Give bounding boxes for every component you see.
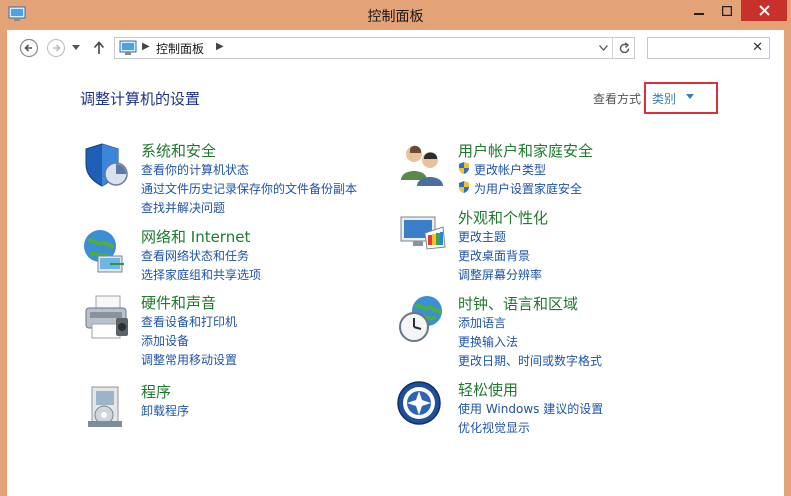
up-arrow-icon bbox=[93, 41, 105, 54]
navigation-bar: ▶ 控制面板 ▶ ✕ bbox=[7, 30, 784, 68]
view-by-selected[interactable]: 类别 bbox=[652, 90, 676, 107]
link-homegroup-sharing[interactable]: 选择家庭组和共享选项 bbox=[141, 266, 261, 283]
printer-icon[interactable] bbox=[80, 292, 132, 344]
category-user-accounts: 用户帐户和家庭安全 更改帐户类型 为用户设置家庭安全 bbox=[397, 140, 717, 200]
link-file-history-backup[interactable]: 通过文件历史记录保存你的文件备份副本 bbox=[141, 180, 357, 197]
display-palette-icon[interactable] bbox=[397, 207, 449, 259]
close-icon bbox=[758, 5, 770, 16]
clear-search-icon[interactable]: ✕ bbox=[752, 40, 763, 55]
category-hardware-sound: 硬件和声音 查看设备和打印机 添加设备 调整常用移动设置 bbox=[80, 292, 380, 367]
uac-shield-icon bbox=[459, 162, 469, 174]
breadcrumb-chevron-icon[interactable]: ▶ bbox=[142, 41, 150, 52]
refresh-icon bbox=[619, 41, 629, 53]
view-by-dropdown[interactable]: 类别 bbox=[644, 82, 718, 114]
link-change-account-type[interactable]: 更改帐户类型 bbox=[474, 161, 546, 178]
link-optimize-display[interactable]: 优化视觉显示 bbox=[458, 419, 530, 436]
link-view-computer-status[interactable]: 查看你的计算机状态 bbox=[141, 161, 249, 178]
link-mobility-settings[interactable]: 调整常用移动设置 bbox=[141, 351, 237, 368]
link-uninstall-program[interactable]: 卸载程序 bbox=[141, 402, 189, 419]
control-panel-icon bbox=[119, 40, 137, 55]
link-windows-recommended-settings[interactable]: 使用 Windows 建议的设置 bbox=[458, 400, 603, 417]
link-date-time-number-format[interactable]: 更改日期、时间或数字格式 bbox=[458, 352, 602, 369]
link-change-theme[interactable]: 更改主题 bbox=[458, 228, 506, 245]
minimize-icon bbox=[694, 12, 704, 15]
view-by-label: 查看方式 bbox=[593, 92, 642, 106]
address-divider bbox=[612, 38, 613, 58]
title-bar: 控制面板 bbox=[0, 0, 791, 30]
category-title[interactable]: 用户帐户和家庭安全 bbox=[458, 140, 593, 161]
address-dropdown-button[interactable] bbox=[596, 39, 610, 57]
link-add-device[interactable]: 添加设备 bbox=[141, 332, 189, 349]
link-devices-printers[interactable]: 查看设备和打印机 bbox=[141, 313, 237, 330]
link-add-language[interactable]: 添加语言 bbox=[458, 314, 506, 331]
globe-network-icon[interactable] bbox=[80, 226, 132, 278]
shield-security-icon[interactable] bbox=[80, 140, 132, 192]
link-change-input-method[interactable]: 更换输入法 bbox=[458, 333, 518, 350]
page-title: 调整计算机的设置 bbox=[80, 90, 201, 108]
forward-arrow-icon bbox=[46, 38, 66, 58]
up-button[interactable] bbox=[90, 37, 108, 59]
link-family-safety[interactable]: 为用户设置家庭安全 bbox=[474, 180, 582, 197]
category-title[interactable]: 程序 bbox=[141, 381, 171, 402]
link-troubleshoot[interactable]: 查找并解决问题 bbox=[141, 199, 225, 216]
link-screen-resolution[interactable]: 调整屏幕分辨率 bbox=[458, 266, 542, 283]
refresh-button[interactable] bbox=[615, 39, 633, 57]
category-ease-of-access: 轻松使用 使用 Windows 建议的设置 优化视觉显示 bbox=[397, 379, 717, 436]
back-button[interactable] bbox=[18, 37, 40, 59]
window-title: 控制面板 bbox=[367, 9, 424, 25]
link-network-status[interactable]: 查看网络状态和任务 bbox=[141, 247, 249, 264]
category-title[interactable]: 网络和 Internet bbox=[141, 226, 250, 247]
close-button[interactable] bbox=[741, 0, 787, 21]
address-bar[interactable]: ▶ 控制面板 ▶ bbox=[114, 37, 635, 59]
chevron-down-icon bbox=[598, 45, 608, 51]
breadcrumb-chevron-icon[interactable]: ▶ bbox=[216, 41, 224, 52]
control-panel-window: 控制面板 ▶ 控制面板 ▶ ✕ 调整计算机的设置 查看方式 类别 系统和安全 查… bbox=[0, 0, 791, 496]
dropdown-arrow-icon bbox=[686, 94, 694, 99]
clock-globe-icon[interactable] bbox=[397, 293, 449, 345]
accessibility-icon[interactable] bbox=[397, 379, 449, 431]
client-area: ▶ 控制面板 ▶ ✕ 调整计算机的设置 查看方式 类别 系统和安全 查看你的计算… bbox=[7, 30, 784, 496]
category-appearance: 外观和个性化 更改主题 更改桌面背景 调整屏幕分辨率 bbox=[397, 207, 717, 282]
maximize-icon bbox=[722, 5, 732, 16]
forward-button[interactable] bbox=[45, 37, 67, 59]
programs-box-icon[interactable] bbox=[80, 381, 132, 433]
category-programs: 程序 卸载程序 bbox=[80, 381, 380, 431]
category-clock-language-region: 时钟、语言和区域 添加语言 更换输入法 更改日期、时间或数字格式 bbox=[397, 293, 717, 368]
breadcrumb-control-panel[interactable]: 控制面板 bbox=[156, 40, 204, 57]
minimize-button[interactable] bbox=[685, 0, 713, 21]
link-desktop-background[interactable]: 更改桌面背景 bbox=[458, 247, 530, 264]
category-title[interactable]: 硬件和声音 bbox=[141, 292, 216, 313]
category-title[interactable]: 外观和个性化 bbox=[458, 207, 548, 228]
back-arrow-icon bbox=[19, 38, 39, 58]
uac-shield-icon bbox=[459, 181, 469, 193]
search-input[interactable]: ✕ bbox=[647, 37, 770, 59]
maximize-button[interactable] bbox=[713, 0, 741, 21]
category-title[interactable]: 轻松使用 bbox=[458, 379, 518, 400]
category-title[interactable]: 时钟、语言和区域 bbox=[458, 293, 578, 314]
users-icon[interactable] bbox=[397, 140, 449, 192]
category-system-security: 系统和安全 查看你的计算机状态 通过文件历史记录保存你的文件备份副本 查找并解决… bbox=[80, 140, 380, 215]
category-network-internet: 网络和 Internet 查看网络状态和任务 选择家庭组和共享选项 bbox=[80, 226, 380, 283]
chevron-down-icon bbox=[72, 45, 80, 50]
recent-pages-button[interactable] bbox=[69, 37, 83, 59]
category-title[interactable]: 系统和安全 bbox=[141, 140, 216, 161]
